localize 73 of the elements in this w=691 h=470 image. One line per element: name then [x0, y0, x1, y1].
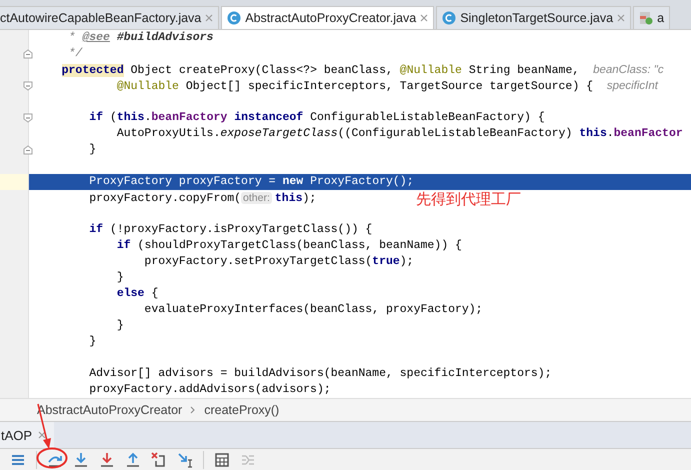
debug-tab[interactable]: tAOP	[0, 422, 54, 448]
code-text: ConfigurableListableBeanFactory) {	[310, 111, 545, 124]
fold-marker-icon[interactable]	[23, 145, 33, 155]
code-text: );	[302, 192, 316, 205]
code-text: (shouldProxyTargetClass(beanClass, beanName)) {	[138, 239, 462, 252]
doc-comment: *	[68, 31, 76, 44]
code-text: .	[606, 127, 614, 140]
file-icon	[639, 11, 654, 25]
close-icon[interactable]	[617, 14, 626, 22]
step-out-icon[interactable]	[125, 452, 141, 468]
drop-frame-icon[interactable]	[151, 452, 167, 468]
class-icon	[227, 11, 242, 25]
code-text: proxyFactory.copyFrom(	[89, 192, 242, 205]
keyword: if	[89, 111, 104, 124]
keyword: if	[116, 239, 131, 252]
file-tab[interactable]: AbstractAutoProxyCreator.java	[221, 6, 434, 29]
code-text: (!proxyFactory.isProxyTargetClass()) {	[110, 223, 372, 236]
fold-marker-icon[interactable]	[23, 113, 33, 123]
code-text: proxyFactory.addAdvisors(advisors);	[89, 383, 331, 396]
run-to-cursor-icon[interactable]	[177, 452, 193, 468]
code-text: ProxyFactory proxyFactory =	[89, 175, 277, 188]
code-text: proxyFactory.setProxyTargetClass(	[144, 255, 372, 268]
doc-comment: */	[68, 47, 82, 60]
code-text: }	[89, 143, 96, 156]
field-name: beanFactory	[151, 111, 228, 124]
code-text: ProxyFactory();	[310, 175, 414, 188]
annotation: @Nullable	[400, 64, 462, 77]
inlay-hint: beanClass: "c	[593, 64, 664, 76]
code-text: (	[110, 111, 117, 124]
keyword: this	[579, 127, 607, 140]
file-tab[interactable]: a	[633, 6, 670, 29]
close-icon[interactable]	[38, 431, 46, 439]
breadcrumb-item[interactable]: createProxy()	[204, 403, 280, 417]
code-text: evaluateProxyInterfaces(beanClass, proxyFactory);	[144, 303, 483, 316]
keyword: this	[116, 111, 144, 124]
keyword: protected	[62, 64, 124, 77]
step-into-icon[interactable]	[73, 452, 89, 468]
keyword: new	[282, 175, 304, 188]
file-tab[interactable]: ctAutowireCapableBeanFactory.java	[0, 6, 220, 29]
inlay-hint: specificInt	[606, 80, 658, 92]
keyword: true	[372, 255, 400, 268]
method-name: exposeTargetClass	[220, 127, 338, 140]
calculator-icon[interactable]	[214, 452, 230, 468]
code-text: .	[144, 111, 152, 124]
fold-marker-icon[interactable]	[23, 81, 33, 91]
keyword: this	[274, 192, 303, 205]
annotation-note: 先得到代理工厂	[416, 190, 521, 209]
doc-tag: @see	[82, 31, 110, 44]
code-text: Object createProxy(Class<?> beanClass,	[130, 64, 394, 77]
annotation: @Nullable	[116, 80, 179, 93]
code-text: {	[151, 287, 158, 300]
file-tab[interactable]: SingletonTargetSource.java	[436, 6, 632, 29]
fold-marker-icon[interactable]	[23, 49, 33, 59]
code-text: Object[] specificInterceptors, TargetSource targetSource) {	[186, 80, 594, 93]
keyword: if	[89, 223, 104, 236]
parameter-hint: other:	[241, 192, 272, 204]
code-text: ((ConfigurableListableBeanFactory)	[338, 127, 574, 140]
code-text: );	[400, 255, 414, 268]
force-step-into-icon[interactable]	[99, 452, 115, 468]
code-text: Advisor[] advisors = buildAdvisors(beanName, specificInterceptors);	[89, 367, 552, 380]
code-text: }	[116, 271, 124, 284]
code-text: }	[89, 335, 96, 348]
code-text: String beanName,	[468, 64, 580, 77]
code-text: AutoProxyUtils.	[116, 127, 220, 140]
keyword: instanceof	[234, 111, 304, 124]
close-icon[interactable]	[205, 14, 214, 22]
code-text: }	[116, 319, 124, 332]
doc-reference: #buildAdvisors	[116, 31, 214, 44]
keyword: else	[116, 287, 144, 300]
field-name: beanFactor	[614, 127, 683, 140]
close-icon[interactable]	[420, 14, 428, 22]
chevron-icon	[190, 406, 196, 414]
class-icon	[442, 11, 456, 25]
